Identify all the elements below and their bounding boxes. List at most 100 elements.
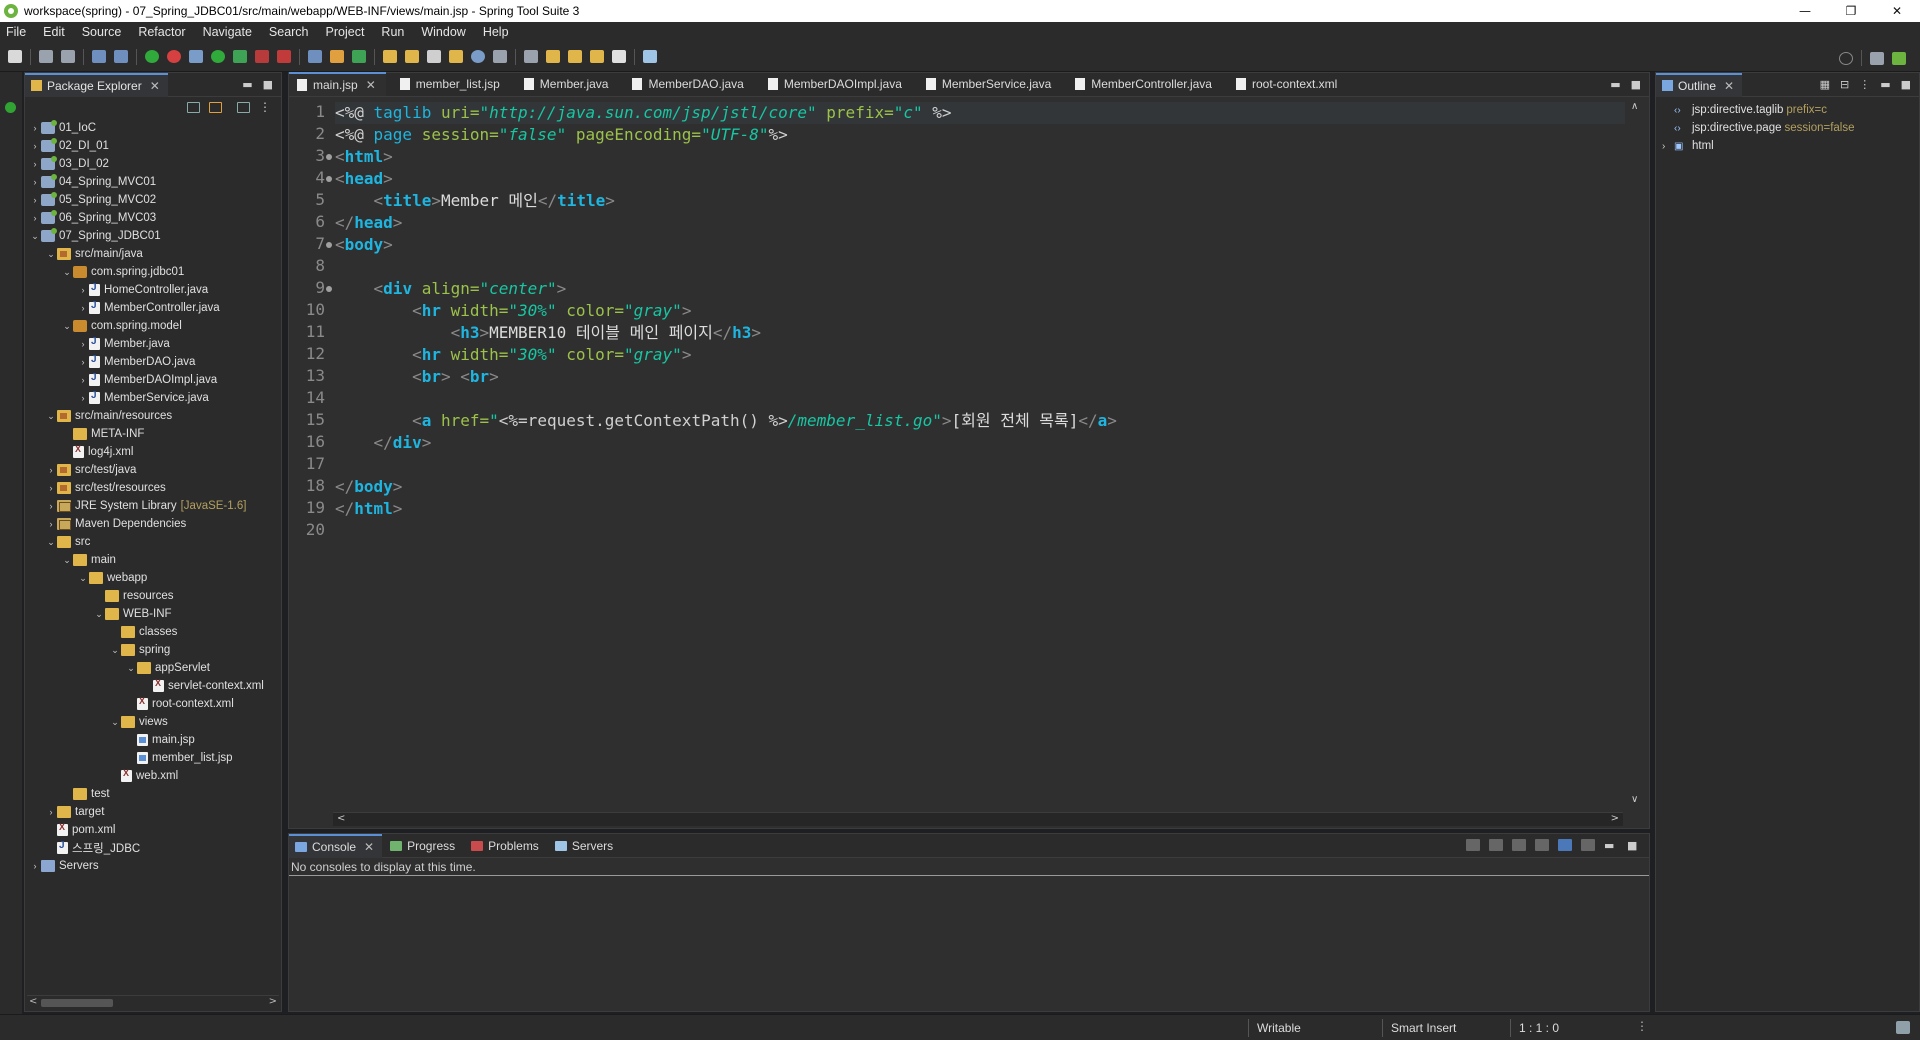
chevron-down-icon[interactable]: ⌄ [125,663,137,674]
chevron-right-icon[interactable]: › [1662,141,1674,152]
coverage-icon[interactable] [233,50,247,63]
tab-outline[interactable]: Outline ✕ [1656,72,1743,97]
menu-window[interactable]: Window [421,25,465,39]
chevron-down-icon[interactable]: ⌄ [45,249,57,260]
tree-item[interactable]: ⌄ com.spring.model [25,317,281,335]
chevron-right-icon[interactable]: › [29,159,41,169]
code-editor[interactable]: 1 2 3 4 5 6 7 8 9 10 11 12 13 14 15 16 17 18 19 20 <%@ tagl… [289,97,1631,813]
fold-marker-icon[interactable] [326,242,332,248]
fold-marker-icon[interactable] [326,286,332,292]
previous-annotation-icon[interactable] [524,50,538,63]
chevron-down-icon[interactable]: ⌄ [77,573,89,584]
editor-tab[interactable]: MemberService.java [918,72,1061,96]
tree-item[interactable]: ⌄ WEB-INF [25,605,281,623]
new-class-icon[interactable] [352,50,366,63]
tree-item[interactable]: › 06_Spring_MVC03 [25,209,281,227]
code-line[interactable]: </div> [335,432,432,454]
tree-item[interactable]: › 01_IoC [25,119,281,137]
tree-item[interactable]: › target [25,803,281,821]
package-explorer-hscrollbar[interactable]: < > [27,995,279,1009]
chevron-right-icon[interactable]: › [29,123,41,133]
tree-item[interactable]: test [25,785,281,803]
chevron-down-icon[interactable]: ⌄ [61,555,73,566]
tree-item[interactable]: › 02_DI_01 [25,137,281,155]
tree-item[interactable]: web.xml [25,767,281,785]
chevron-right-icon[interactable]: › [45,465,57,475]
stop-server-icon[interactable] [167,50,181,63]
editor-vscrollbar[interactable]: ∧ ∨ [1631,101,1643,805]
tree-item[interactable]: › MemberDAO.java [25,353,281,371]
open-type-icon[interactable] [383,50,397,63]
chevron-right-icon[interactable]: › [77,375,89,385]
external-tools-icon[interactable] [255,50,269,63]
menu-project[interactable]: Project [326,25,365,39]
tree-item[interactable]: classes [25,623,281,641]
pin-editor-icon[interactable] [643,50,657,63]
sort-icon[interactable]: ▦ [1820,78,1830,91]
run-icon[interactable] [211,50,225,63]
chevron-right-icon[interactable]: › [29,195,41,205]
chevron-right-icon[interactable]: › [29,861,41,871]
chevron-down-icon[interactable]: ⌄ [93,609,105,620]
chevron-right-icon[interactable]: › [29,177,41,187]
editor-tab[interactable]: MemberController.java [1067,72,1222,96]
scroll-thumb[interactable] [41,999,113,1007]
tree-item[interactable]: servlet-context.xml [25,677,281,695]
scroll-right-icon[interactable]: > [269,996,277,1007]
open-console-icon[interactable] [1512,839,1526,851]
notification-icon[interactable] [1896,1021,1910,1034]
tree-item[interactable]: › 03_DI_02 [25,155,281,173]
menu-edit[interactable]: Edit [43,25,65,39]
view-menu-icon[interactable]: ⋮ [259,100,271,114]
tree-item[interactable]: ⌄ src [25,533,281,551]
tab-package-explorer[interactable]: Package Explorer ✕ [25,72,168,97]
chevron-right-icon[interactable]: › [77,303,89,313]
tree-item[interactable]: member_list.jsp [25,749,281,767]
tree-item[interactable]: › Maven Dependencies [25,515,281,533]
fold-marker-icon[interactable] [326,176,332,182]
editor-tab[interactable]: MemberDAO.java [624,72,753,96]
menu-navigate[interactable]: Navigate [203,25,252,39]
tree-item[interactable]: › 05_Spring_MVC02 [25,191,281,209]
minimize-editor-icon[interactable]: ▬ [1610,78,1620,91]
next-edit-icon[interactable] [568,50,582,63]
debug-icon[interactable] [189,50,203,63]
chevron-right-icon[interactable]: › [77,357,89,367]
tree-item[interactable]: › HomeController.java [25,281,281,299]
menu-run[interactable]: Run [381,25,404,39]
back-icon[interactable] [590,50,604,63]
scroll-left-icon[interactable]: < [29,996,37,1007]
close-icon[interactable]: ✕ [1724,79,1734,93]
scroll-right-icon[interactable]: > [1611,813,1619,824]
view-menu-icon[interactable]: ⋮ [1859,78,1870,91]
code-line[interactable]: <head> [335,168,393,190]
close-icon[interactable]: ✕ [364,840,374,854]
editor-tab[interactable]: root-context.xml [1228,72,1347,96]
restore-view-icon[interactable] [5,102,16,113]
start-server-icon[interactable] [145,50,159,63]
tree-item[interactable]: ⌄ com.spring.jdbc01 [25,263,281,281]
collapse-all-icon[interactable]: ⊟ [1840,78,1849,91]
save-icon[interactable] [39,50,53,63]
console-tab[interactable]: Console ✕ [289,833,383,858]
collapse-all-icon[interactable] [187,102,200,113]
tree-item[interactable]: ⌄ views [25,713,281,731]
tree-item[interactable]: META-INF [25,425,281,443]
chevron-right-icon[interactable]: › [29,141,41,151]
pin-console-icon[interactable] [1535,839,1549,851]
minimize-view-icon[interactable]: ▬ [1880,78,1890,91]
link-with-editor-icon[interactable] [209,102,222,113]
close-window-button[interactable]: ✕ [1874,0,1920,22]
menu-help[interactable]: Help [483,25,509,39]
scroll-left-icon[interactable]: < [337,813,345,824]
code-line[interactable]: </head> [335,212,402,234]
close-icon[interactable]: ✕ [150,79,160,93]
settings-icon[interactable] [1581,839,1595,851]
status-menu-icon[interactable]: ⋮ [1636,1019,1648,1033]
tree-item[interactable]: › 04_Spring_MVC01 [25,173,281,191]
console-tab[interactable]: Progress [384,834,463,858]
menu-file[interactable]: File [6,25,26,39]
code-line[interactable]: <div align="center"> [335,278,567,300]
code-line[interactable]: <a href="<%=request.getContextPath() %>/… [335,410,1117,432]
minimize-button[interactable]: — [1782,0,1828,22]
